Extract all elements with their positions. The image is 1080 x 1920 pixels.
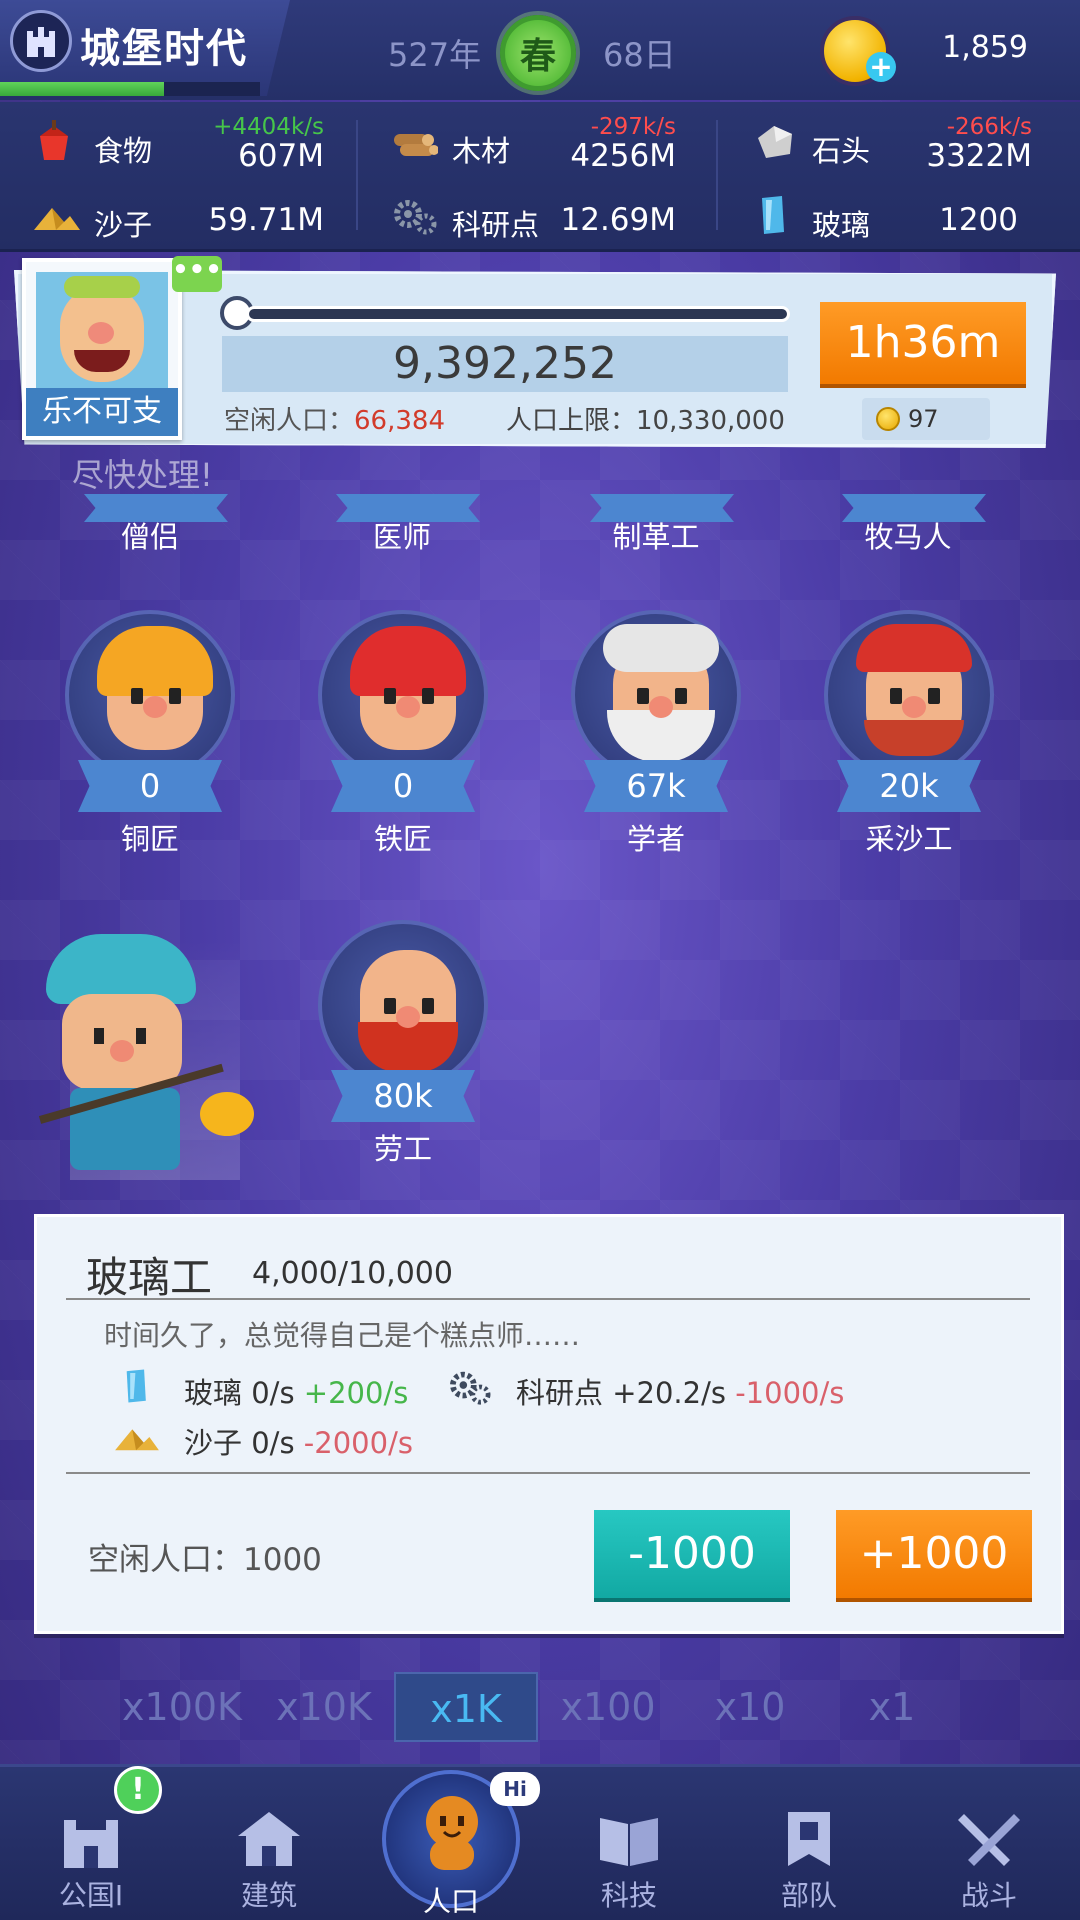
glass-icon	[126, 1369, 146, 1403]
multiplier-x100[interactable]: x100	[536, 1672, 680, 1742]
worker-glassmaker-selected[interactable]	[38, 920, 260, 1180]
resource-wood[interactable]: 木材 -297k/s 4256M	[392, 108, 676, 174]
worker-name[interactable]: 制革工	[546, 514, 766, 556]
effect-research: 科研点 +20.2/s -1000/s	[516, 1376, 845, 1410]
worker-count: 0	[78, 760, 222, 812]
timer-button[interactable]: 1h36m	[820, 302, 1026, 384]
increase-workers-button[interactable]: +1000	[836, 1510, 1032, 1598]
app-title: 城堡时代	[80, 26, 248, 72]
worker-count: 67k	[584, 760, 728, 812]
population-progress-bar	[246, 306, 790, 322]
nav-technology[interactable]: 科技	[554, 1776, 704, 1916]
resource-sand[interactable]: 沙子 59.71M	[34, 182, 324, 242]
worker-count: 0	[331, 760, 475, 812]
multiplier-x1[interactable]: x1	[820, 1672, 964, 1742]
worker-name: 采沙工	[865, 822, 953, 856]
nav-buildings[interactable]: 建筑	[194, 1776, 344, 1916]
house-icon	[238, 1812, 300, 1866]
selected-worker-description: 时间久了，总觉得自己是个糕点师……	[104, 1319, 581, 1352]
worker-name: 学者	[626, 822, 685, 856]
year-label: 527年	[388, 36, 482, 74]
nav-population-label: 人口	[422, 1885, 479, 1918]
resource-stone[interactable]: 石头 -266k/s 3322M	[752, 108, 1032, 174]
worker-portrait	[824, 610, 994, 780]
worker-coppersmith[interactable]: 0 铜匠	[40, 610, 260, 890]
add-coins-button[interactable]: +	[866, 52, 896, 82]
hi-badge: Hi	[490, 1772, 540, 1806]
divider	[66, 1298, 1030, 1300]
chat-bubble-icon[interactable]: •••	[172, 256, 222, 292]
castle-icon	[64, 1820, 118, 1868]
worker-scholar[interactable]: 67k 学者	[546, 610, 766, 890]
population-value: 9,392,252	[222, 336, 788, 392]
resource-research[interactable]: 科研点 12.69M	[392, 182, 676, 242]
era-progress-bar	[0, 82, 260, 96]
multiplier-x10[interactable]: x10	[678, 1672, 822, 1742]
hurry-hint: 尽快处理!	[72, 456, 213, 494]
multiplier-x1k[interactable]: x1K	[394, 1672, 538, 1742]
wood-icon	[394, 134, 438, 156]
idle-population: 空闲人口：66,384	[224, 406, 445, 436]
resource-glass[interactable]: 玻璃 1200	[752, 182, 1018, 242]
manager-avatar[interactable]: 乐不可支	[22, 258, 182, 440]
crossed-swords-icon	[958, 1814, 1020, 1866]
worker-count: 80k	[331, 1070, 475, 1122]
effect-sand: 沙子 0/s -2000/s	[184, 1426, 413, 1460]
worker-blacksmith[interactable]: 0 铁匠	[293, 610, 513, 890]
resources-panel: 食物 +4404k/s 607M 木材 -297k/s 4256M 石头 -26…	[0, 102, 1080, 252]
sand-icon	[115, 1429, 159, 1451]
resource-food[interactable]: 食物 +4404k/s 607M	[34, 108, 324, 174]
citizen-icon	[426, 1796, 478, 1870]
research-icon	[450, 1371, 491, 1405]
worker-portrait	[65, 610, 235, 780]
multiplier-selector: x100K x10K x1K x100 x10 x1	[90, 1672, 1030, 1742]
manager-name: 乐不可支	[26, 388, 178, 436]
decrease-workers-button[interactable]: -1000	[594, 1510, 790, 1598]
worker-portrait	[318, 920, 488, 1090]
food-icon	[40, 120, 68, 160]
stone-icon	[758, 126, 792, 158]
worker-name[interactable]: 医师	[292, 514, 512, 556]
alert-badge: !	[114, 1766, 162, 1814]
coin-balance: 1,859	[942, 30, 1028, 65]
selected-worker-title: 玻璃工	[86, 1253, 213, 1302]
divider	[66, 1472, 1030, 1474]
worker-name: 劳工	[373, 1132, 432, 1166]
day-label: 68日	[603, 36, 676, 74]
glass-icon	[762, 196, 784, 234]
idle-population-label: 空闲人口：1000	[88, 1542, 322, 1578]
season-badge[interactable]: 春	[500, 15, 576, 91]
divider	[356, 120, 358, 230]
worker-portrait	[318, 610, 488, 780]
castle-icon[interactable]	[10, 10, 72, 72]
worker-name: 铜匠	[120, 822, 179, 856]
selected-worker-count: 4,000/10,000	[252, 1256, 453, 1291]
worker-name: 铁匠	[373, 822, 432, 856]
nav-battle[interactable]: 战斗	[914, 1776, 1064, 1916]
book-icon	[600, 1818, 658, 1866]
multiplier-x10k[interactable]: x10K	[252, 1672, 396, 1742]
population-cap: 人口上限：10,330,000	[506, 406, 785, 436]
speedup-cost: 97	[862, 398, 990, 440]
multiplier-x100k[interactable]: x100K	[110, 1672, 254, 1742]
divider	[716, 120, 718, 230]
effect-glass: 玻璃 0/s +200/s	[184, 1376, 409, 1410]
sand-icon	[34, 208, 80, 230]
top-bar: 城堡时代 527年 春 68日 + 1,859	[0, 0, 1080, 100]
worker-portrait	[571, 610, 741, 780]
research-icon	[394, 200, 437, 235]
coin-icon	[876, 407, 900, 431]
worker-count: 20k	[837, 760, 981, 812]
worker-name[interactable]: 僧侣	[40, 514, 260, 556]
nav-troops[interactable]: 部队	[734, 1776, 884, 1916]
worker-name[interactable]: 牧马人	[798, 514, 1018, 556]
worker-sand-digger[interactable]: 20k 采沙工	[799, 610, 1019, 890]
banner-icon	[788, 1812, 830, 1866]
worker-laborer[interactable]: 80k 劳工	[293, 920, 513, 1200]
